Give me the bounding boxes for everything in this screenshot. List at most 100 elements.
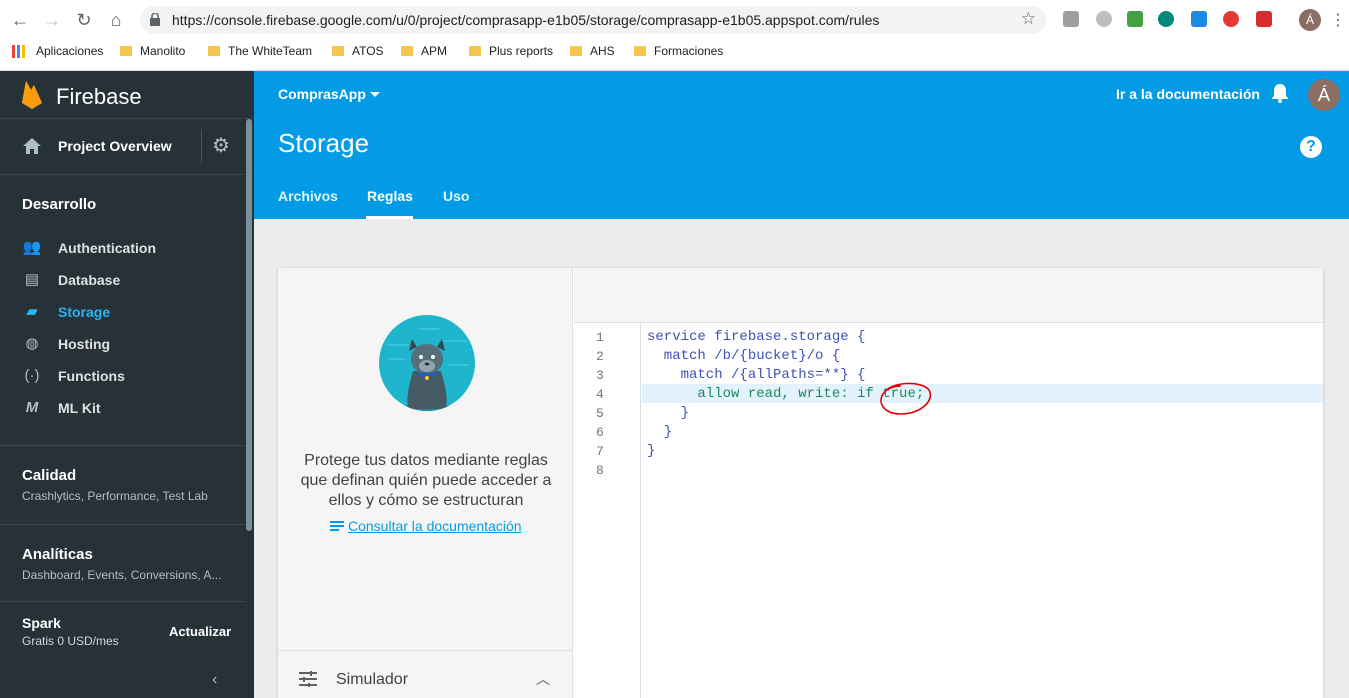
divider [0,445,246,446]
bookmark-item[interactable]: APM [401,44,447,58]
bookmark-item[interactable]: Formaciones [634,44,723,58]
folder-icon [469,46,481,56]
divider [0,524,246,525]
simulator-label: Simulador [336,671,409,688]
project-overview[interactable]: Project Overview ⚙ [0,119,254,175]
line-number: 7 [596,444,604,459]
editor-toolbar [574,268,1323,323]
annotation-circle [880,382,932,415]
code-line: } [647,443,656,459]
home-icon [23,138,41,154]
code-line: match /{allPaths=**} { [647,367,866,383]
tab-uso[interactable]: Uso [443,188,469,204]
tab-archivos[interactable]: Archivos [278,188,338,204]
simulator-bar[interactable]: Simulador ︿ [278,650,573,698]
folder-icon [120,46,132,56]
sidebar-item-hosting[interactable]: ◍ Hosting [0,328,246,360]
help-icon[interactable]: ? [1300,136,1322,158]
chevron-up-icon[interactable]: ︿ [536,669,550,689]
docs-link[interactable]: Consultar la documentación [348,518,522,534]
line-number: 8 [596,463,604,478]
extension-icon[interactable] [1063,11,1079,27]
globe-icon: ◍ [25,335,39,352]
people-icon: 👥 [22,239,42,256]
collapse-chevron-icon[interactable]: ‹ [212,671,217,689]
shield-icon[interactable] [1256,11,1272,27]
forward-icon[interactable]: → [40,8,64,32]
avatar[interactable]: Á [1308,79,1340,111]
line-gutter: 1 2 3 4 5 6 7 8 [574,324,641,698]
extension-icon[interactable] [1096,11,1112,27]
docs-link[interactable]: Ir a la documentación [1116,86,1260,102]
line-number: 6 [596,425,604,440]
firebase-flame-icon [22,81,42,109]
bell-icon[interactable] [1271,83,1289,103]
database-icon: ▤ [24,271,40,288]
section-calidad-sub: Crashlytics, Performance, Test Lab [22,489,208,503]
bookmark-item[interactable]: The WhiteTeam [208,44,312,58]
address-bar[interactable]: https://console.firebase.google.com/u/0/… [140,6,1046,34]
folder-icon [570,46,582,56]
section-desarrollo[interactable]: Desarrollo [22,196,96,213]
section-analiticas-sub: Dashboard, Events, Conversions, A... [22,568,222,582]
code-line: service firebase.storage { [647,329,866,345]
translate-icon[interactable] [1191,11,1207,27]
dog-icon [387,328,469,411]
info-panel: Protege tus datos mediante reglas que de… [278,268,573,698]
home-icon[interactable]: ⌂ [104,8,128,32]
back-icon[interactable]: ← [8,8,32,32]
bookmark-item[interactable]: AHS [570,44,615,58]
sidebar-item-database[interactable]: ▤ Database [0,264,246,296]
plan-price: Gratis 0 USD/mes [22,634,119,648]
profile-avatar[interactable]: Á [1299,9,1321,31]
rules-card: Protege tus datos mediante reglas que de… [278,268,1323,698]
extension-icon[interactable] [1127,11,1143,27]
project-selector[interactable]: ComprasApp [278,86,366,102]
folder-icon [401,46,413,56]
storage-icon: ▰ [26,303,38,320]
tab-reglas[interactable]: Reglas [367,188,413,204]
folder-icon [332,46,344,56]
sidebar-item-mlkit[interactable]: M ML Kit [0,392,246,424]
page-header: ComprasApp Ir a la documentación Á Stora… [254,71,1349,219]
apps-icon [12,45,25,58]
document-icon [330,521,344,531]
reload-icon[interactable]: ↻ [72,8,96,32]
mlkit-icon: M [25,399,39,416]
firebase-logo[interactable]: Firebase [0,71,254,119]
dog-illustration [379,315,475,411]
bookmarks-bar: Aplicaciones Manolito The WhiteTeam ATOS… [0,40,1349,64]
line-number: 5 [596,406,604,421]
bookmark-item[interactable]: ATOS [332,44,384,58]
functions-icon: (·) [24,367,40,384]
section-analiticas[interactable]: Analíticas [22,546,93,563]
code-line: } [647,424,673,440]
bookmark-item[interactable]: Manolito [120,44,185,58]
sidebar-item-functions[interactable]: (·) Functions [0,360,246,392]
gear-icon[interactable]: ⚙ [212,133,230,158]
extension-icon[interactable] [1223,11,1239,27]
sidebar-scrollbar[interactable] [246,119,252,531]
code-line: match /b/{bucket}/o { [647,348,841,364]
folder-icon [208,46,220,56]
rules-editor[interactable]: 1 2 3 4 5 6 7 8 service firebase.storage… [574,324,1323,698]
line-number: 4 [596,387,604,402]
code-line: } [647,405,690,421]
page-title: Storage [278,128,370,158]
divider [0,601,246,602]
upgrade-button[interactable]: Actualizar [169,624,231,639]
sidebar: Firebase Project Overview ⚙ Desarrollo 👥… [0,71,254,698]
sidebar-item-storage[interactable]: ▰ Storage [0,296,246,328]
extension-icon[interactable] [1158,11,1174,27]
chevron-down-icon[interactable] [370,92,380,97]
section-calidad[interactable]: Calidad [22,467,76,484]
folder-icon [634,46,646,56]
lock-icon [150,13,160,26]
brand-name: Firebase [56,84,142,109]
sidebar-item-authentication[interactable]: 👥 Authentication [0,232,246,264]
bookmark-item[interactable]: Aplicaciones [36,44,103,58]
menu-icon[interactable]: ⋮ [1330,10,1346,30]
sliders-icon [299,671,317,687]
bookmark-star-icon[interactable]: ☆ [1021,9,1036,29]
bookmark-item[interactable]: Plus reports [469,44,553,58]
